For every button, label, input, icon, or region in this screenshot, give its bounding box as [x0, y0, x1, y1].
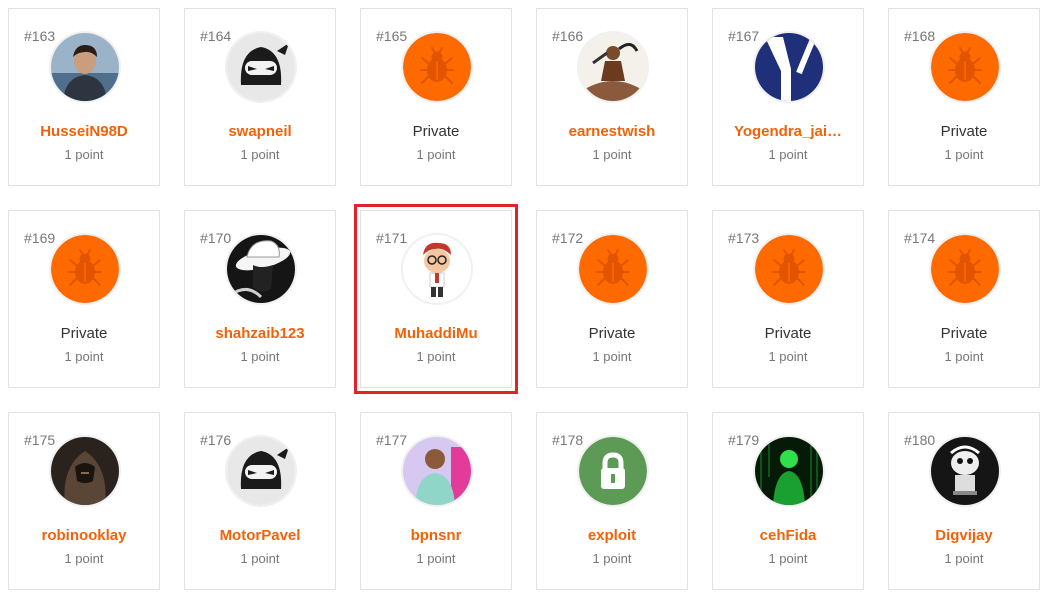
user-card-167[interactable]: #167 Yogendra_jai… 1 point	[712, 8, 864, 186]
user-card-163[interactable]: #163 HusseiN98D 1 point	[8, 8, 160, 186]
username[interactable]: Private	[889, 123, 1039, 140]
points-label: 1 point	[768, 551, 808, 566]
points-label: 1 point	[416, 147, 456, 162]
points-label: 1 point	[944, 349, 984, 364]
ninja-icon[interactable]	[227, 437, 295, 505]
rank-label: #175	[24, 432, 56, 448]
warrior-photo-icon[interactable]	[579, 33, 647, 101]
rank-label: #166	[552, 28, 584, 44]
user-card-166[interactable]: #166 earnestwish 1 point	[536, 8, 688, 186]
points-label: 1 point	[416, 349, 456, 364]
points-label: 1 point	[240, 551, 280, 566]
user-card-165[interactable]: #165 Private 1 point	[360, 8, 512, 186]
user-card-176[interactable]: #176 MotorPavel 1 point	[184, 412, 336, 590]
username[interactable]: MotorPavel	[185, 527, 335, 544]
user-card-171[interactable]: #171 MuhaddiMu 1 point	[354, 204, 518, 394]
hat-man-icon[interactable]	[227, 235, 295, 303]
bug-icon[interactable]	[579, 235, 647, 303]
username[interactable]: Private	[361, 123, 511, 140]
username[interactable]: MuhaddiMu	[361, 325, 511, 342]
username[interactable]: robinooklay	[9, 527, 159, 544]
username[interactable]: Private	[9, 325, 159, 342]
username[interactable]: swapneil	[185, 123, 335, 140]
username[interactable]: Private	[713, 325, 863, 342]
points-label: 1 point	[592, 551, 632, 566]
rank-label: #172	[552, 230, 584, 246]
points-label: 1 point	[944, 147, 984, 162]
user-card-164[interactable]: #164 swapneil 1 point	[184, 8, 336, 186]
rank-label: #170	[200, 230, 232, 246]
rank-label: #169	[24, 230, 56, 246]
user-card-179[interactable]: #179 cehFida 1 point	[712, 412, 864, 590]
rank-label: #180	[904, 432, 936, 448]
username[interactable]: earnestwish	[537, 123, 687, 140]
points-label: 1 point	[592, 349, 632, 364]
points-label: 1 point	[240, 147, 280, 162]
username[interactable]: exploit	[537, 527, 687, 544]
username[interactable]: HusseiN98D	[9, 123, 159, 140]
username[interactable]: shahzaib123	[185, 325, 335, 342]
points-label: 1 point	[64, 349, 104, 364]
bug-icon[interactable]	[403, 33, 471, 101]
bug-icon[interactable]	[931, 235, 999, 303]
colorful-person-icon[interactable]	[403, 437, 471, 505]
rank-label: #164	[200, 28, 232, 44]
points-label: 1 point	[64, 147, 104, 162]
points-label: 1 point	[240, 349, 280, 364]
username[interactable]: Private	[537, 325, 687, 342]
ninja-icon[interactable]	[227, 33, 295, 101]
cartoon-mascot-icon[interactable]	[931, 437, 999, 505]
user-card-169[interactable]: #169 Private 1 point	[8, 210, 160, 388]
username[interactable]: Private	[889, 325, 1039, 342]
rank-label: #165	[376, 28, 408, 44]
user-card-172[interactable]: #172 Private 1 point	[536, 210, 688, 388]
bug-icon[interactable]	[755, 235, 823, 303]
rank-label: #176	[200, 432, 232, 448]
rank-label: #179	[728, 432, 760, 448]
y-logo-icon[interactable]	[755, 33, 823, 101]
username[interactable]: cehFida	[713, 527, 863, 544]
leaderboard-grid: #163 HusseiN98D 1 point #164 swapneil 1 …	[8, 8, 1049, 600]
points-label: 1 point	[944, 551, 984, 566]
user-card-175[interactable]: #175 robinooklay 1 point	[8, 412, 160, 590]
user-card-168[interactable]: #168 Private 1 point	[888, 8, 1040, 186]
user-card-174[interactable]: #174 Private 1 point	[888, 210, 1040, 388]
user-card-178[interactable]: #178 exploit 1 point	[536, 412, 688, 590]
matrix-man-icon[interactable]	[755, 437, 823, 505]
points-label: 1 point	[416, 551, 456, 566]
rank-label: #171	[376, 230, 408, 246]
photo-person-icon[interactable]	[51, 33, 119, 101]
points-label: 1 point	[768, 349, 808, 364]
rank-label: #174	[904, 230, 936, 246]
rank-label: #177	[376, 432, 408, 448]
cartoon-boy-icon[interactable]	[403, 235, 471, 303]
bug-icon[interactable]	[51, 235, 119, 303]
username[interactable]: Yogendra_jai…	[713, 123, 863, 140]
user-card-170[interactable]: #170 shahzaib123 1 point	[184, 210, 336, 388]
rank-label: #163	[24, 28, 56, 44]
assassin-photo-icon[interactable]	[51, 437, 119, 505]
user-card-177[interactable]: #177 bpnsnr 1 point	[360, 412, 512, 590]
points-label: 1 point	[592, 147, 632, 162]
bug-icon[interactable]	[931, 33, 999, 101]
username[interactable]: Digvijay	[889, 527, 1039, 544]
rank-label: #173	[728, 230, 760, 246]
user-card-173[interactable]: #173 Private 1 point	[712, 210, 864, 388]
user-card-180[interactable]: #180 Digvijay 1 point	[888, 412, 1040, 590]
username[interactable]: bpnsnr	[361, 527, 511, 544]
points-label: 1 point	[768, 147, 808, 162]
rank-label: #167	[728, 28, 760, 44]
rank-label: #168	[904, 28, 936, 44]
lock-icon[interactable]	[579, 437, 647, 505]
points-label: 1 point	[64, 551, 104, 566]
rank-label: #178	[552, 432, 584, 448]
